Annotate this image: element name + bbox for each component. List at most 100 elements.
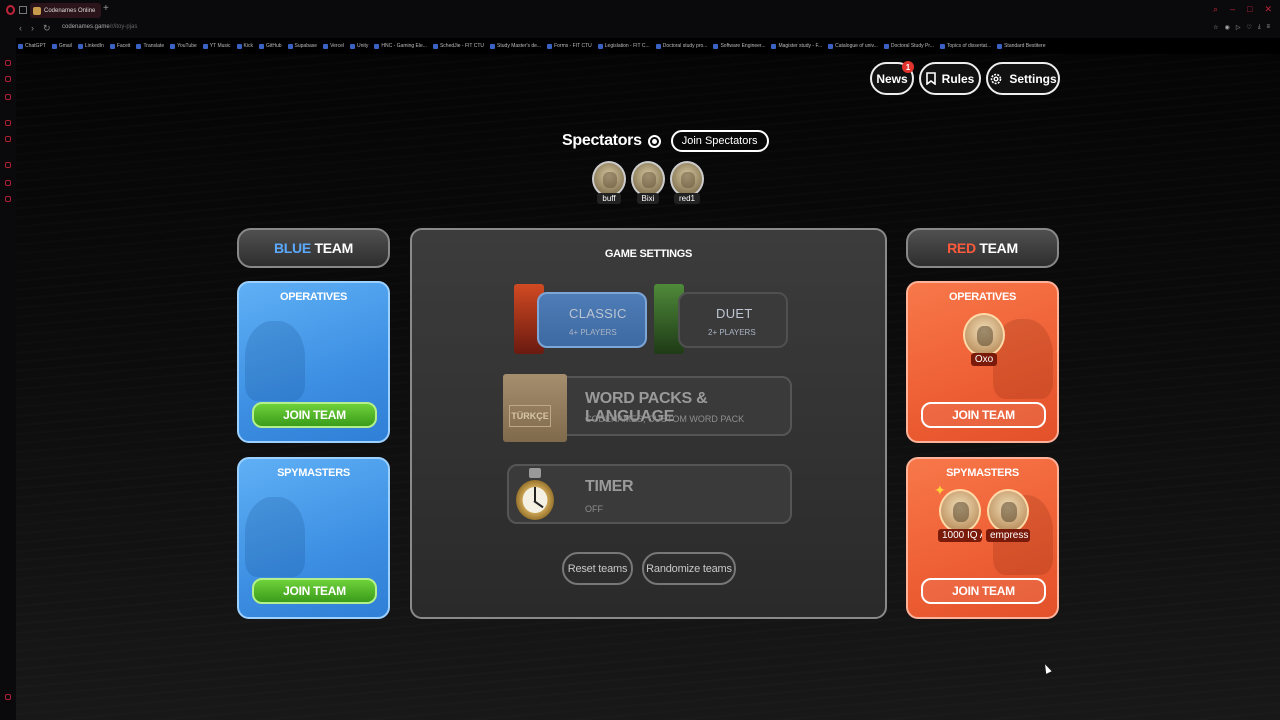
word-pack-language: TÜRKÇE	[509, 405, 551, 427]
bookmark-item[interactable]: YouTube	[170, 43, 197, 49]
bookmark-item[interactable]: SchedJie - FIT CTU	[432, 43, 484, 49]
duet-mode-option[interactable]: DUET 2+ PLAYERS	[678, 292, 788, 348]
sidebar-app-icon[interactable]	[5, 120, 11, 126]
join-spectators-button[interactable]: Join Spectators	[670, 130, 769, 152]
window-controls: ⌕ – □ ✕	[1213, 4, 1272, 15]
word-pack-box-icon: TÜRKÇE	[503, 374, 567, 442]
bookmarks-bar: ChatGPT Gmail LinkedIn Faceit Translate YouTu…	[18, 40, 1052, 52]
browser-tab[interactable]: Codenames Online	[30, 3, 101, 18]
bookmark-item[interactable]: Doctoral study pro...	[655, 43, 707, 49]
red-spymasters-join-button[interactable]: JOIN TEAM	[921, 578, 1046, 604]
sidebar-app-icon[interactable]	[5, 196, 11, 202]
red-operatives-join-button[interactable]: JOIN TEAM	[921, 402, 1046, 428]
player-name: 1000 IQ A	[938, 529, 982, 542]
avatar	[987, 489, 1029, 533]
spectator-item[interactable]: buff	[592, 161, 626, 204]
bookmark-item[interactable]: GitHub	[258, 43, 282, 49]
download-icon[interactable]: ⤓	[1258, 24, 1261, 31]
reload-icon[interactable]: ↻	[43, 23, 51, 34]
rules-button[interactable]: Rules	[919, 62, 981, 95]
sidebar-app-icon[interactable]	[5, 180, 11, 186]
bookmark-favicon-icon	[713, 43, 719, 49]
bookmark-label: GitHub	[265, 43, 282, 49]
bookmark-item[interactable]: Vercel	[323, 43, 344, 49]
classic-mode-option[interactable]: CLASSIC 4+ PLAYERS	[537, 292, 647, 348]
bookmark-item[interactable]: Doctoral Study Pr...	[883, 43, 934, 49]
bookmark-item[interactable]: Catalogue of univ...	[828, 43, 878, 49]
bookmark-label: Supabase	[294, 43, 318, 49]
minimize-button[interactable]: –	[1230, 4, 1235, 15]
bookmark-favicon-icon	[374, 43, 380, 49]
bookmark-item[interactable]: Translate	[136, 43, 164, 49]
card-title: SPYMASTERS	[277, 467, 350, 479]
sidebar-app-icon[interactable]	[5, 76, 11, 82]
avatar	[963, 313, 1005, 357]
bookmark-item[interactable]: Gmail	[51, 43, 72, 49]
menu-icon[interactable]: ≡	[1266, 24, 1270, 31]
card-title: SPYMASTERS	[946, 467, 1019, 479]
bookmark-item[interactable]: Magister study - F...	[771, 43, 822, 49]
bookmark-item[interactable]: Faceit	[109, 43, 130, 49]
bookmark-favicon-icon	[655, 43, 661, 49]
bookmark-favicon-icon	[828, 43, 834, 49]
play-icon[interactable]: ▷	[1236, 24, 1241, 31]
settings-button[interactable]: Settings	[986, 62, 1060, 95]
blue-operatives-card: OPERATIVES JOIN TEAM	[237, 281, 390, 443]
tab-grid-icon[interactable]	[19, 6, 27, 14]
bookmark-label: LinkedIn	[84, 43, 104, 49]
new-tab-button[interactable]: +	[103, 3, 109, 15]
blue-spymasters-join-button[interactable]: JOIN TEAM	[252, 578, 377, 604]
address-bar-tools: ☆ ◉ ▷ ♡ ⤓ ≡	[1213, 24, 1270, 31]
search-icon[interactable]: ⌕	[1213, 4, 1218, 15]
bookmark-item[interactable]: LinkedIn	[77, 43, 104, 49]
spectator-item[interactable]: red1	[670, 161, 704, 204]
bookmark-item[interactable]: Legislation - FIT C...	[597, 43, 650, 49]
sidebar-app-icon[interactable]	[5, 162, 11, 168]
bookmark-item[interactable]: Topics of dissertat...	[939, 43, 991, 49]
spectator-item[interactable]: Bixi	[631, 161, 665, 204]
bookmark-item[interactable]: Supabase	[287, 43, 318, 49]
reset-teams-button[interactable]: Reset teams	[562, 552, 633, 585]
bookmark-label: Unity	[356, 43, 369, 49]
back-icon[interactable]: ‹	[19, 23, 22, 34]
bookmark-icon[interactable]: ☆	[1213, 24, 1218, 31]
bookmark-favicon-icon	[939, 43, 945, 49]
mode-label: CLASSIC	[569, 306, 627, 321]
bookmark-favicon-icon	[18, 43, 23, 49]
avatar	[631, 161, 665, 197]
player-slot[interactable]: Oxo	[962, 313, 1006, 366]
sidebar-more-icon[interactable]	[5, 694, 11, 700]
nav-buttons: ‹ › ↻	[19, 23, 51, 34]
forward-icon[interactable]: ›	[31, 23, 34, 34]
settings-label: Settings	[1009, 71, 1057, 86]
bookmark-item[interactable]: YT Music	[202, 43, 231, 49]
maximize-button[interactable]: □	[1247, 4, 1252, 15]
bookmark-item[interactable]: Software Engineer...	[713, 43, 765, 49]
news-button[interactable]: News 1	[870, 61, 914, 95]
bookmark-item[interactable]: Kick	[236, 43, 253, 49]
sidebar-app-icon[interactable]	[5, 60, 11, 66]
sidebar-app-icon[interactable]	[5, 136, 11, 142]
bookmark-item[interactable]: HNC - Gaming Ele...	[374, 43, 427, 49]
heart-icon[interactable]: ♡	[1246, 24, 1251, 31]
bookmark-item[interactable]: Forms - FIT CTU	[547, 43, 592, 49]
player-slot[interactable]: empress	[986, 489, 1030, 542]
browser-sidebar	[0, 38, 16, 720]
gear-icon	[991, 73, 1002, 84]
bookmark-item[interactable]: ChatGPT	[18, 43, 46, 49]
camera-icon[interactable]: ◉	[1225, 24, 1230, 31]
randomize-teams-button[interactable]: Randomize teams	[642, 552, 736, 585]
news-label: News	[876, 71, 908, 86]
red-word: RED	[947, 240, 976, 256]
bookmark-item[interactable]: Standard Bestitere	[997, 43, 1046, 49]
opera-logo-icon[interactable]	[6, 5, 15, 15]
url-field[interactable]: codenames.game/r/itoy-pjas	[62, 24, 137, 30]
bookmark-favicon-icon	[136, 43, 142, 49]
bookmark-favicon-icon	[236, 43, 242, 49]
blue-operatives-join-button[interactable]: JOIN TEAM	[252, 402, 377, 428]
close-button[interactable]: ✕	[1264, 4, 1272, 15]
bookmark-item[interactable]: Unity	[349, 43, 369, 49]
bookmark-item[interactable]: Study Master's de...	[490, 43, 541, 49]
blue-team-header: BLUE TEAM	[237, 228, 390, 268]
sidebar-app-icon[interactable]	[5, 94, 11, 100]
